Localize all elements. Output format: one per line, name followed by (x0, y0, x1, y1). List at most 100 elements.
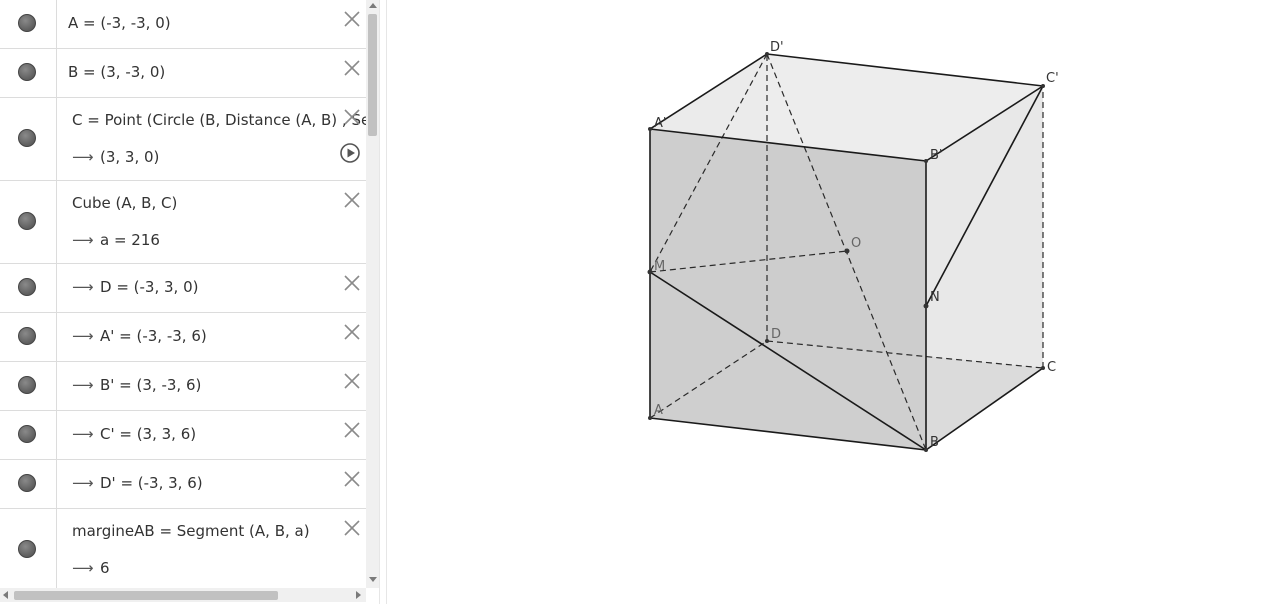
vertical-scroll-thumb[interactable] (368, 14, 377, 136)
algebra-row-B1[interactable]: ⟶ B' = (3, -3, 6) (0, 362, 366, 411)
marble-cell (0, 313, 57, 361)
label-A: A (654, 403, 663, 418)
visibility-toggle-icon[interactable] (18, 129, 36, 147)
algebra-row-A[interactable]: A = (-3, -3, 0) (0, 0, 366, 49)
marble-cell (0, 509, 57, 591)
label-M: M (654, 259, 665, 274)
delete-icon[interactable] (342, 273, 362, 293)
row-content[interactable]: ⟶ A' = (-3, -3, 6) (72, 313, 336, 361)
row-text: B' = (3, -3, 6) (100, 376, 202, 394)
point-A[interactable] (648, 416, 652, 420)
point-N[interactable] (923, 303, 929, 309)
algebra-row-A1[interactable]: ⟶ A' = (-3, -3, 6) (0, 313, 366, 362)
algebra-rows: A = (-3, -3, 0) B = (3, -3, 0) C = Point (… (0, 0, 366, 592)
vertical-scrollbar[interactable] (366, 0, 379, 588)
label-O: O (851, 236, 861, 251)
visibility-toggle-icon[interactable] (18, 212, 36, 230)
output-arrow-icon: ⟶ (72, 376, 94, 394)
graphics-3d-view[interactable]: A B C D A' B' C' D' M N O (387, 0, 1280, 604)
delete-icon[interactable] (342, 420, 362, 440)
row-content[interactable]: C = Point (Circle (B, Distance (A, B) , … (72, 98, 366, 180)
scroll-right-arrow-icon[interactable] (356, 591, 361, 599)
point-B1[interactable] (924, 159, 928, 163)
algebra-row-cube[interactable]: Cube (A, B, C) ⟶ a = 216 (0, 181, 366, 264)
row-content[interactable]: ⟶ B' = (3, -3, 6) (72, 362, 336, 410)
algebra-row-C[interactable]: C = Point (Circle (B, Distance (A, B) , … (0, 98, 366, 181)
output-line: ⟶ 6 (72, 559, 110, 577)
output-line: ⟶ A' = (-3, -3, 6) (72, 327, 207, 345)
delete-icon[interactable] (342, 107, 362, 127)
visibility-toggle-icon[interactable] (18, 14, 36, 32)
marble-cell (0, 264, 57, 312)
definition-line: Cube (A, B, C) (72, 194, 177, 212)
row-text: C = Point (Circle (B, Distance (A, B) , … (72, 111, 366, 129)
visibility-toggle-icon[interactable] (18, 540, 36, 558)
label-B1: B' (930, 148, 943, 163)
horizontal-scroll-thumb[interactable] (14, 591, 278, 600)
definition-line: B = (3, -3, 0) (68, 63, 165, 81)
point-O[interactable] (844, 248, 850, 254)
algebra-row-D1[interactable]: ⟶ D' = (-3, 3, 6) (0, 460, 366, 509)
delete-icon[interactable] (342, 469, 362, 489)
algebra-row-B[interactable]: B = (3, -3, 0) (0, 49, 366, 98)
row-text: D' = (-3, 3, 6) (100, 474, 203, 492)
marble-cell (0, 181, 57, 263)
visibility-toggle-icon[interactable] (18, 278, 36, 296)
delete-icon[interactable] (342, 518, 362, 538)
row-text: D = (-3, 3, 0) (100, 278, 199, 296)
point-B[interactable] (924, 448, 928, 452)
label-A1: A' (654, 116, 666, 131)
label-C1: C' (1046, 71, 1059, 86)
delete-icon[interactable] (342, 9, 362, 29)
row-text: Cube (A, B, C) (72, 194, 178, 212)
point-M[interactable] (647, 269, 653, 275)
point-A1[interactable] (648, 127, 652, 131)
delete-icon[interactable] (342, 322, 362, 342)
visibility-toggle-icon[interactable] (18, 327, 36, 345)
marble-cell (0, 49, 57, 97)
algebra-view: A = (-3, -3, 0) B = (3, -3, 0) C = Point (… (0, 0, 379, 604)
row-content[interactable]: B = (3, -3, 0) (68, 49, 336, 97)
algebra-row-D[interactable]: ⟶ D = (-3, 3, 0) (0, 264, 366, 313)
visibility-toggle-icon[interactable] (18, 425, 36, 443)
row-content[interactable]: ⟶ D = (-3, 3, 0) (72, 264, 336, 312)
definition-line: A = (-3, -3, 0) (68, 14, 171, 32)
row-content[interactable]: ⟶ D' = (-3, 3, 6) (72, 460, 336, 508)
row-text: A' = (-3, -3, 6) (100, 327, 207, 345)
delete-icon[interactable] (342, 371, 362, 391)
marble-cell (0, 98, 57, 180)
point-D1[interactable] (765, 52, 769, 56)
scroll-down-arrow-icon[interactable] (369, 577, 377, 582)
visibility-toggle-icon[interactable] (18, 376, 36, 394)
horizontal-scrollbar[interactable] (0, 588, 366, 602)
play-animation-icon[interactable] (339, 142, 361, 164)
row-content[interactable]: ⟶ C' = (3, 3, 6) (72, 411, 336, 459)
visibility-toggle-icon[interactable] (18, 63, 36, 81)
output-arrow-icon: ⟶ (72, 425, 94, 443)
scroll-left-arrow-icon[interactable] (3, 591, 8, 599)
row-content[interactable]: Cube (A, B, C) ⟶ a = 216 (72, 181, 336, 263)
row-text: B = (3, -3, 0) (68, 63, 166, 81)
row-text: (3, 3, 0) (100, 148, 160, 166)
algebra-row-margineAB[interactable]: margineAB = Segment (A, B, a) ⟶ 6 (0, 509, 366, 592)
algebra-row-C1[interactable]: ⟶ C' = (3, 3, 6) (0, 411, 366, 460)
label-D: D (771, 327, 781, 342)
output-line: ⟶ D' = (-3, 3, 6) (72, 474, 203, 492)
point-C1[interactable] (1041, 84, 1045, 88)
point-D[interactable] (765, 339, 769, 343)
view-divider[interactable] (379, 0, 387, 604)
scroll-up-arrow-icon[interactable] (369, 3, 377, 8)
row-content[interactable]: margineAB = Segment (A, B, a) ⟶ 6 (72, 509, 336, 591)
delete-icon[interactable] (342, 58, 362, 78)
label-C: C (1047, 360, 1056, 375)
delete-icon[interactable] (342, 190, 362, 210)
output-arrow-icon: ⟶ (72, 559, 94, 577)
output-arrow-icon: ⟶ (72, 148, 94, 166)
row-content[interactable]: A = (-3, -3, 0) (68, 0, 336, 48)
marble-cell (0, 0, 57, 48)
output-line: ⟶ (3, 3, 0) (72, 148, 159, 166)
label-D1: D' (770, 40, 784, 55)
point-C[interactable] (1041, 366, 1045, 370)
definition-line: margineAB = Segment (A, B, a) (72, 522, 310, 540)
visibility-toggle-icon[interactable] (18, 474, 36, 492)
